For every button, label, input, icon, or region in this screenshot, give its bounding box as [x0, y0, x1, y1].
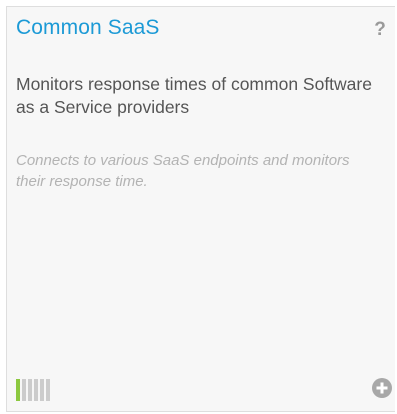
meter-segment — [22, 379, 26, 401]
meter-segment — [28, 379, 32, 401]
meter-segment — [16, 379, 20, 401]
priority-meter — [16, 379, 50, 401]
card-description: Monitors response times of common Softwa… — [16, 74, 372, 117]
meter-segment — [34, 379, 38, 401]
sensor-card: Common SaaS ? Monitors response times of… — [6, 6, 395, 412]
meter-segment — [46, 379, 50, 401]
question-mark-icon[interactable]: ? — [372, 19, 388, 41]
meter-segment — [40, 379, 44, 401]
plus-circle-icon[interactable] — [372, 378, 392, 398]
card-detail: Connects to various SaaS endpoints and m… — [16, 152, 350, 190]
card-title[interactable]: Common SaaS — [16, 16, 160, 40]
